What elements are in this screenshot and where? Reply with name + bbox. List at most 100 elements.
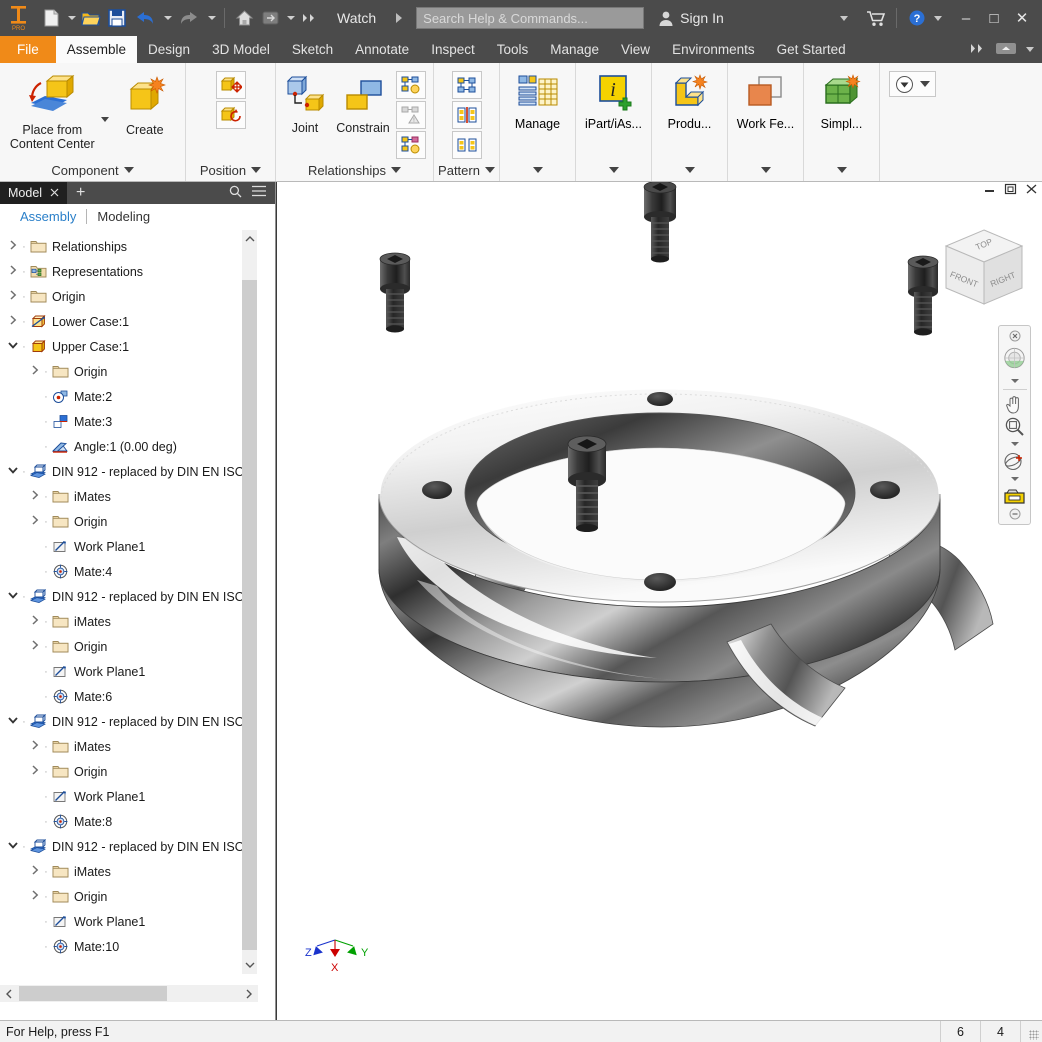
tree-node[interactable]: ·iMates — [0, 609, 258, 634]
screw-back[interactable] — [644, 182, 676, 263]
tree-node[interactable]: ·iMates — [0, 859, 258, 884]
window-close-button[interactable]: ✕ — [1008, 3, 1036, 33]
tree-expand-toggle[interactable] — [28, 365, 42, 378]
tree-expand-toggle[interactable] — [28, 740, 42, 753]
window-maximize-button[interactable]: □ — [980, 3, 1008, 33]
steering-wheel-dropdown[interactable] — [1000, 376, 1029, 387]
productivity-dropdown[interactable] — [685, 159, 695, 181]
tree-collapse-toggle[interactable] — [6, 591, 20, 603]
tree-collapse-toggle[interactable] — [6, 341, 20, 353]
tree-node[interactable]: ·Origin — [0, 759, 258, 784]
tree-scroll-thumb[interactable] — [242, 280, 257, 950]
ribbon-tab-view[interactable]: View — [610, 36, 661, 63]
free-move-button[interactable] — [216, 71, 246, 99]
new-document-dropdown[interactable] — [64, 4, 78, 32]
tree-node[interactable]: ·Mate:2 — [0, 384, 258, 409]
tree-collapse-toggle[interactable] — [6, 841, 20, 853]
tree-node[interactable]: ·Origin — [0, 634, 258, 659]
tree-node[interactable]: ·Origin — [0, 284, 258, 309]
hide-all-relationships-button[interactable] — [396, 131, 426, 159]
zoom-button[interactable] — [1000, 416, 1029, 438]
ribbon-tab-annotate[interactable]: Annotate — [344, 36, 420, 63]
plus-icon[interactable]: + — [67, 184, 94, 202]
panel-overflow-button[interactable] — [889, 71, 936, 97]
place-from-content-center-dropdown[interactable] — [101, 122, 109, 140]
tree-node[interactable]: ·Work Plane1 — [0, 534, 258, 559]
ipart-iassembly-dropdown[interactable] — [609, 159, 619, 181]
ribbon-tab-get-started[interactable]: Get Started — [766, 36, 857, 63]
pan-button[interactable] — [1000, 393, 1029, 415]
tree-expand-toggle[interactable] — [6, 265, 20, 278]
redo-button[interactable] — [174, 4, 204, 32]
tree-node[interactable]: ·iMates — [0, 734, 258, 759]
tree-node[interactable]: ·DIN 912 - replaced by DIN EN ISO 4 — [0, 459, 258, 484]
constrain-button[interactable]: Constrain — [330, 67, 396, 135]
home-button[interactable] — [231, 4, 257, 32]
open-document-button[interactable] — [78, 4, 104, 32]
tree-node[interactable]: ·Mate:4 — [0, 559, 258, 584]
zoom-dropdown[interactable] — [1000, 439, 1029, 450]
tree-hscroll-thumb[interactable] — [19, 986, 167, 1001]
tree-expand-toggle[interactable] — [6, 240, 20, 253]
watch-expand-icon[interactable] — [396, 13, 402, 23]
tree-vertical-scrollbar[interactable] — [242, 230, 257, 974]
shopping-cart-icon[interactable] — [862, 3, 890, 33]
ribbon-panel-manage[interactable]: Manage — [500, 63, 576, 181]
browser-tab-model[interactable]: Model — [0, 182, 67, 204]
tree-collapse-toggle[interactable] — [6, 716, 20, 728]
ribbon-tab-manage[interactable]: Manage — [539, 36, 610, 63]
model-tree[interactable]: ·Relationships·Representations·Origin·Lo… — [0, 230, 258, 974]
tree-node[interactable]: ·Mate:8 — [0, 809, 258, 834]
double-chevron-right-icon[interactable] — [970, 42, 986, 57]
tree-node[interactable]: ·Origin — [0, 509, 258, 534]
tree-expand-toggle[interactable] — [28, 515, 42, 528]
navbar-options-button[interactable] — [1000, 508, 1029, 521]
screw-left[interactable] — [380, 253, 410, 333]
tree-node[interactable]: ·Lower Case:1 — [0, 309, 258, 334]
hamburger-menu-icon[interactable] — [252, 185, 266, 201]
graphics-viewport[interactable]: TOP FRONT RIGHT — [277, 182, 1042, 1020]
mirror-component-button[interactable] — [452, 101, 482, 129]
ribbon-tab-tools[interactable]: Tools — [486, 36, 540, 63]
tree-expand-toggle[interactable] — [28, 640, 42, 653]
ribbon-tab-design[interactable]: Design — [137, 36, 201, 63]
ribbon-tab-3d-model[interactable]: 3D Model — [201, 36, 281, 63]
manage-dropdown[interactable] — [533, 159, 543, 181]
tree-node[interactable]: ·Angle:1 (0.00 deg) — [0, 434, 258, 459]
save-document-button[interactable] — [104, 4, 130, 32]
resize-grip-icon[interactable] — [1020, 1021, 1042, 1042]
tree-node[interactable]: ·Representations — [0, 259, 258, 284]
view-cube[interactable]: TOP FRONT RIGHT — [938, 224, 1030, 316]
tree-node[interactable]: ·Origin — [0, 359, 258, 384]
ribbon-panel-ipart-iassembly[interactable]: i iPart/iAs... — [576, 63, 652, 181]
undo-button[interactable] — [130, 4, 160, 32]
panel-title-relationships[interactable]: Relationships — [276, 159, 433, 181]
tree-node[interactable]: ·iMates — [0, 484, 258, 509]
cad-model-render[interactable] — [277, 182, 1042, 1020]
chevron-down-icon[interactable] — [242, 957, 257, 974]
show-sick-relationships-button[interactable]: ! — [396, 101, 426, 129]
ribbon-tab-file[interactable]: File — [0, 36, 56, 63]
tree-node[interactable]: ·Work Plane1 — [0, 784, 258, 809]
return-button[interactable] — [257, 4, 283, 32]
document-close-button[interactable] — [1025, 183, 1038, 198]
chevron-up-icon[interactable] — [242, 230, 257, 247]
panel-title-position[interactable]: Position — [186, 159, 275, 181]
document-restore-button[interactable] — [1004, 183, 1017, 198]
tree-node[interactable]: ·Mate:3 — [0, 409, 258, 434]
tree-expand-toggle[interactable] — [28, 490, 42, 503]
ribbon-tab-sketch[interactable]: Sketch — [281, 36, 344, 63]
undo-dropdown[interactable] — [160, 4, 174, 32]
ribbon-panel-simplification[interactable]: Simpl... — [804, 63, 880, 181]
close-icon[interactable] — [50, 186, 59, 200]
browser-subtab-modeling[interactable]: Modeling — [87, 209, 160, 224]
screw-right[interactable] — [908, 256, 938, 336]
tree-expand-toggle[interactable] — [28, 865, 42, 878]
copy-component-button[interactable] — [452, 131, 482, 159]
steering-wheel-button[interactable] — [1000, 343, 1029, 375]
work-features-dropdown[interactable] — [761, 159, 771, 181]
browser-subtab-assembly[interactable]: Assembly — [10, 209, 86, 224]
show-relationships-button[interactable] — [396, 71, 426, 99]
search-icon[interactable] — [229, 185, 242, 201]
simplification-dropdown[interactable] — [837, 159, 847, 181]
